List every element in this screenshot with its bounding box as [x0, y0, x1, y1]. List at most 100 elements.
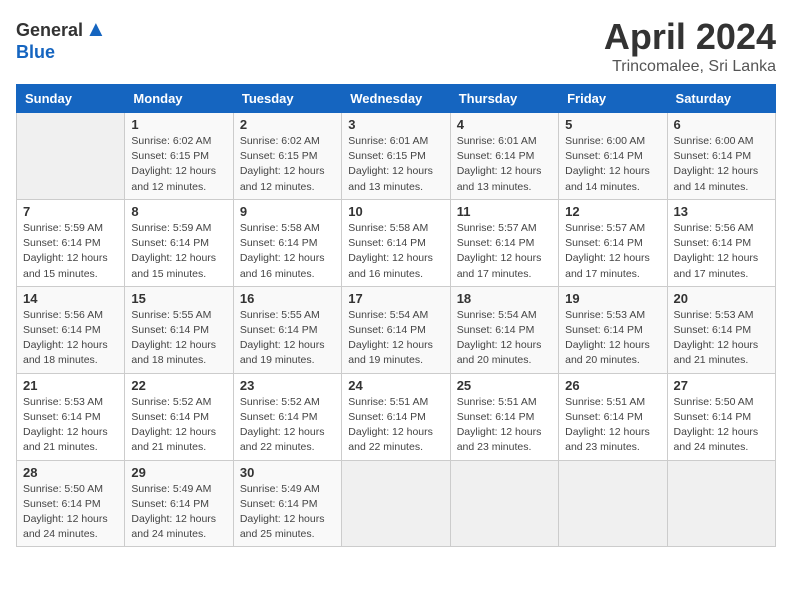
day-number: 15	[131, 291, 226, 306]
day-info: Sunrise: 5:56 AM Sunset: 6:14 PM Dayligh…	[674, 221, 769, 282]
calendar-day-cell: 11Sunrise: 5:57 AM Sunset: 6:14 PM Dayli…	[450, 199, 558, 286]
calendar-body: 1Sunrise: 6:02 AM Sunset: 6:15 PM Daylig…	[17, 113, 776, 547]
day-info: Sunrise: 5:54 AM Sunset: 6:14 PM Dayligh…	[348, 308, 443, 369]
calendar-day-cell	[342, 460, 450, 547]
calendar-day-cell: 16 Sunrise: 5:55 AM Sunset: 6:14 PM Dayli…	[233, 286, 341, 373]
day-info: Sunrise: 5:53 AM Sunset: 6:14 PM Dayligh…	[565, 308, 660, 369]
day-info: Sunrise: 5:51 AM Sunset: 6:14 PM Dayligh…	[565, 395, 660, 456]
calendar-week-row: 7 Sunrise: 5:59 AM Sunset: 6:14 PM Daylig…	[17, 199, 776, 286]
calendar-week-row: 14 Sunrise: 5:56 AM Sunset: 6:14 PM Dayli…	[17, 286, 776, 373]
calendar-day-cell: 4Sunrise: 6:01 AM Sunset: 6:14 PM Daylig…	[450, 113, 558, 200]
calendar-week-row: 28Sunrise: 5:50 AM Sunset: 6:14 PM Dayli…	[17, 460, 776, 547]
calendar-day-cell: 19 Sunrise: 5:53 AM Sunset: 6:14 PM Dayli…	[559, 286, 667, 373]
calendar-header-cell: Wednesday	[342, 85, 450, 113]
calendar-day-cell	[667, 460, 775, 547]
day-number: 18	[457, 291, 552, 306]
calendar-day-cell	[17, 113, 125, 200]
calendar-day-cell: 23Sunrise: 5:52 AM Sunset: 6:14 PM Dayli…	[233, 373, 341, 460]
day-info: Sunrise: 5:51 AM Sunset: 6:14 PM Dayligh…	[348, 395, 443, 456]
day-number: 26	[565, 378, 660, 393]
calendar-header-row: SundayMondayTuesdayWednesdayThursdayFrid…	[17, 85, 776, 113]
calendar-day-cell: 5 Sunrise: 6:00 AM Sunset: 6:14 PM Daylig…	[559, 113, 667, 200]
calendar-day-cell: 30 Sunrise: 5:49 AM Sunset: 6:14 PM Dayli…	[233, 460, 341, 547]
day-info: Sunrise: 5:52 AM Sunset: 6:14 PM Dayligh…	[131, 395, 226, 456]
day-info: Sunrise: 5:54 AM Sunset: 6:14 PM Dayligh…	[457, 308, 552, 369]
day-number: 13	[674, 204, 769, 219]
calendar-day-cell: 27 Sunrise: 5:50 AM Sunset: 6:14 PM Dayli…	[667, 373, 775, 460]
day-info: Sunrise: 5:49 AM Sunset: 6:14 PM Dayligh…	[131, 482, 226, 543]
day-number: 20	[674, 291, 769, 306]
day-number: 30	[240, 465, 335, 480]
calendar-day-cell: 24 Sunrise: 5:51 AM Sunset: 6:14 PM Dayli…	[342, 373, 450, 460]
header: General▲ Blue April 2024 Trincomalee, Sr…	[16, 16, 776, 76]
day-info: Sunrise: 6:00 AM Sunset: 6:14 PM Dayligh…	[565, 134, 660, 195]
calendar-day-cell: 18 Sunrise: 5:54 AM Sunset: 6:14 PM Dayli…	[450, 286, 558, 373]
day-info: Sunrise: 6:02 AM Sunset: 6:15 PM Dayligh…	[131, 134, 226, 195]
calendar-header-cell: Sunday	[17, 85, 125, 113]
day-number: 29	[131, 465, 226, 480]
day-info: Sunrise: 5:57 AM Sunset: 6:14 PM Dayligh…	[565, 221, 660, 282]
calendar-header-cell: Monday	[125, 85, 233, 113]
calendar-day-cell	[559, 460, 667, 547]
calendar-week-row: 1Sunrise: 6:02 AM Sunset: 6:15 PM Daylig…	[17, 113, 776, 200]
day-number: 12	[565, 204, 660, 219]
calendar-header-cell: Saturday	[667, 85, 775, 113]
day-info: Sunrise: 6:02 AM Sunset: 6:15 PM Dayligh…	[240, 134, 335, 195]
day-number: 4	[457, 117, 552, 132]
logo-general-text: General	[16, 20, 83, 40]
calendar-day-cell: 22 Sunrise: 5:52 AM Sunset: 6:14 PM Dayli…	[125, 373, 233, 460]
calendar-day-cell: 6 Sunrise: 6:00 AM Sunset: 6:14 PM Daylig…	[667, 113, 775, 200]
day-number: 6	[674, 117, 769, 132]
calendar-header-cell: Friday	[559, 85, 667, 113]
logo-bird-icon: ▲	[85, 16, 107, 41]
day-number: 8	[131, 204, 226, 219]
calendar-day-cell: 8 Sunrise: 5:59 AM Sunset: 6:14 PM Daylig…	[125, 199, 233, 286]
calendar-day-cell: 14 Sunrise: 5:56 AM Sunset: 6:14 PM Dayli…	[17, 286, 125, 373]
day-number: 23	[240, 378, 335, 393]
calendar-header-cell: Thursday	[450, 85, 558, 113]
day-number: 2	[240, 117, 335, 132]
day-number: 21	[23, 378, 118, 393]
calendar-day-cell: 12 Sunrise: 5:57 AM Sunset: 6:14 PM Dayli…	[559, 199, 667, 286]
month-title: April 2024	[604, 16, 776, 58]
day-info: Sunrise: 5:57 AM Sunset: 6:14 PM Dayligh…	[457, 221, 552, 282]
location-subtitle: Trincomalee, Sri Lanka	[604, 58, 776, 76]
day-number: 16	[240, 291, 335, 306]
day-number: 3	[348, 117, 443, 132]
calendar-table: SundayMondayTuesdayWednesdayThursdayFrid…	[16, 84, 776, 547]
day-number: 24	[348, 378, 443, 393]
calendar-day-cell: 28Sunrise: 5:50 AM Sunset: 6:14 PM Dayli…	[17, 460, 125, 547]
day-info: Sunrise: 5:56 AM Sunset: 6:14 PM Dayligh…	[23, 308, 118, 369]
day-number: 7	[23, 204, 118, 219]
day-info: Sunrise: 5:59 AM Sunset: 6:14 PM Dayligh…	[131, 221, 226, 282]
day-number: 5	[565, 117, 660, 132]
day-info: Sunrise: 5:49 AM Sunset: 6:14 PM Dayligh…	[240, 482, 335, 543]
calendar-day-cell: 29 Sunrise: 5:49 AM Sunset: 6:14 PM Dayli…	[125, 460, 233, 547]
day-info: Sunrise: 5:55 AM Sunset: 6:14 PM Dayligh…	[240, 308, 335, 369]
day-info: Sunrise: 6:01 AM Sunset: 6:15 PM Dayligh…	[348, 134, 443, 195]
day-number: 27	[674, 378, 769, 393]
calendar-day-cell: 13 Sunrise: 5:56 AM Sunset: 6:14 PM Dayli…	[667, 199, 775, 286]
calendar-day-cell	[450, 460, 558, 547]
day-info: Sunrise: 5:58 AM Sunset: 6:14 PM Dayligh…	[240, 221, 335, 282]
day-info: Sunrise: 6:00 AM Sunset: 6:14 PM Dayligh…	[674, 134, 769, 195]
logo: General▲ Blue	[16, 16, 107, 63]
title-area: April 2024 Trincomalee, Sri Lanka	[604, 16, 776, 76]
calendar-day-cell: 21Sunrise: 5:53 AM Sunset: 6:14 PM Dayli…	[17, 373, 125, 460]
calendar-day-cell: 1Sunrise: 6:02 AM Sunset: 6:15 PM Daylig…	[125, 113, 233, 200]
day-number: 17	[348, 291, 443, 306]
day-number: 14	[23, 291, 118, 306]
calendar-header-cell: Tuesday	[233, 85, 341, 113]
day-info: Sunrise: 5:53 AM Sunset: 6:14 PM Dayligh…	[674, 308, 769, 369]
calendar-day-cell: 26 Sunrise: 5:51 AM Sunset: 6:14 PM Dayli…	[559, 373, 667, 460]
day-number: 22	[131, 378, 226, 393]
day-info: Sunrise: 5:50 AM Sunset: 6:14 PM Dayligh…	[674, 395, 769, 456]
calendar-day-cell: 9 Sunrise: 5:58 AM Sunset: 6:14 PM Daylig…	[233, 199, 341, 286]
day-number: 25	[457, 378, 552, 393]
day-number: 9	[240, 204, 335, 219]
calendar-day-cell: 3 Sunrise: 6:01 AM Sunset: 6:15 PM Daylig…	[342, 113, 450, 200]
calendar-week-row: 21Sunrise: 5:53 AM Sunset: 6:14 PM Dayli…	[17, 373, 776, 460]
calendar-day-cell: 10Sunrise: 5:58 AM Sunset: 6:14 PM Dayli…	[342, 199, 450, 286]
day-number: 19	[565, 291, 660, 306]
day-info: Sunrise: 5:55 AM Sunset: 6:14 PM Dayligh…	[131, 308, 226, 369]
